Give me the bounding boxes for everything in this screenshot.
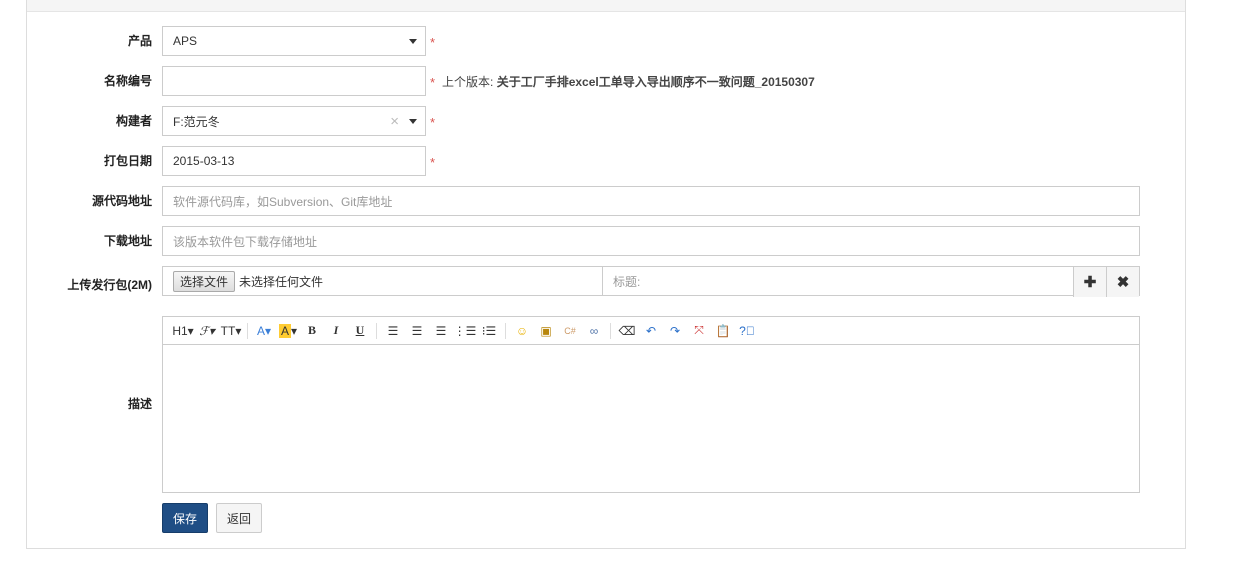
previous-version-hint: 上个版本: 关于工厂手排excel工单导入导出顺序不一致问题_20150307 [442, 73, 815, 90]
code-icon[interactable]: C# [558, 321, 582, 341]
required-mark: * [430, 115, 436, 130]
underline-icon[interactable]: U [348, 321, 372, 341]
download-label: 下载地址 [103, 234, 152, 248]
panel-header [27, 0, 1185, 12]
source-label: 源代码地址 [91, 194, 152, 208]
back-button[interactable]: 返回 [216, 503, 263, 533]
required-mark: * [430, 155, 436, 170]
date-value: 2015-03-13 [173, 154, 235, 168]
chevron-down-icon [409, 119, 417, 124]
date-label: 打包日期 [103, 154, 152, 168]
heading-icon[interactable]: H1 ▾ [171, 321, 195, 341]
download-input[interactable]: 该版本软件包下载存储地址 [162, 226, 1140, 256]
description-editor[interactable]: H1 ▾ ℱ ▾ TT ▾ A ▾ A ▾ B I U ☰ ☰ ☰ ⋮☰ ⁝☰ ☺ ▣ C… [162, 316, 1140, 493]
link-icon[interactable]: ∞ [582, 321, 606, 341]
image-icon[interactable]: ▣ [534, 321, 558, 341]
unordered-list-icon[interactable]: ⁝☰ [477, 321, 501, 341]
undo-icon[interactable]: ↶ [639, 321, 663, 341]
date-input[interactable]: 2015-03-13 [162, 146, 426, 176]
align-center-icon[interactable]: ☰ [405, 321, 429, 341]
name-input[interactable] [162, 66, 426, 96]
hint-value: 关于工厂手排excel工单导入导出顺序不一致问题_20150307 [496, 75, 815, 89]
upload-group: 选择文件 未选择任何文件 标题: ✚ ✖ [162, 266, 1140, 297]
add-icon[interactable]: ✚ [1073, 267, 1106, 297]
name-label: 名称编号 [103, 74, 152, 88]
builder-value: F:范元冬 [173, 114, 220, 129]
paste-icon[interactable]: 📋 [711, 321, 735, 341]
ordered-list-icon[interactable]: ⋮☰ [453, 321, 477, 341]
description-label: 描述 [127, 397, 152, 411]
download-placeholder: 该版本软件包下载存储地址 [173, 234, 318, 249]
product-select[interactable]: APS [162, 26, 426, 56]
emoticon-icon[interactable]: ☺ [510, 321, 534, 341]
align-right-icon[interactable]: ☰ [429, 321, 453, 341]
help-icon[interactable]: ?⃝ [735, 321, 759, 341]
remove-icon[interactable]: ✖ [1106, 267, 1139, 297]
bold-icon[interactable]: B [300, 321, 324, 341]
font-size-icon[interactable]: TT ▾ [219, 321, 243, 341]
choose-file-button[interactable]: 选择文件 [173, 270, 236, 292]
builder-select[interactable]: F:范元冬 × [162, 106, 426, 136]
chevron-down-icon [409, 39, 417, 44]
redo-icon[interactable]: ↷ [663, 321, 687, 341]
product-value: APS [173, 34, 198, 48]
title-input[interactable]: 标题: [603, 273, 640, 290]
hint-prefix: 上个版本: [442, 75, 494, 89]
editor-toolbar: H1 ▾ ℱ ▾ TT ▾ A ▾ A ▾ B I U ☰ ☰ ☰ ⋮☰ ⁝☰ ☺ ▣ C… [163, 317, 1139, 345]
required-mark: * [430, 75, 436, 90]
source-placeholder: 软件源代码库，如Subversion、Git库地址 [173, 194, 393, 209]
save-button[interactable]: 保存 [162, 503, 209, 533]
no-file-text: 未选择任何文件 [239, 274, 324, 289]
font-color-icon[interactable]: A ▾ [252, 321, 276, 341]
fullscreen-icon[interactable]: ⤧ [687, 321, 711, 341]
builder-label: 构建者 [115, 114, 152, 128]
file-input[interactable]: 选择文件 未选择任何文件 [163, 267, 603, 295]
eraser-icon[interactable]: ⌫ [615, 321, 639, 341]
italic-icon[interactable]: I [324, 321, 348, 341]
highlight-icon[interactable]: A ▾ [276, 321, 300, 341]
product-label: 产品 [127, 34, 152, 48]
align-left-icon[interactable]: ☰ [381, 321, 405, 341]
source-input[interactable]: 软件源代码库，如Subversion、Git库地址 [162, 186, 1140, 216]
upload-label: 上传发行包(2M) [67, 278, 152, 292]
clear-icon[interactable]: × [390, 113, 399, 130]
font-family-icon[interactable]: ℱ ▾ [195, 321, 219, 341]
required-mark: * [430, 35, 436, 50]
